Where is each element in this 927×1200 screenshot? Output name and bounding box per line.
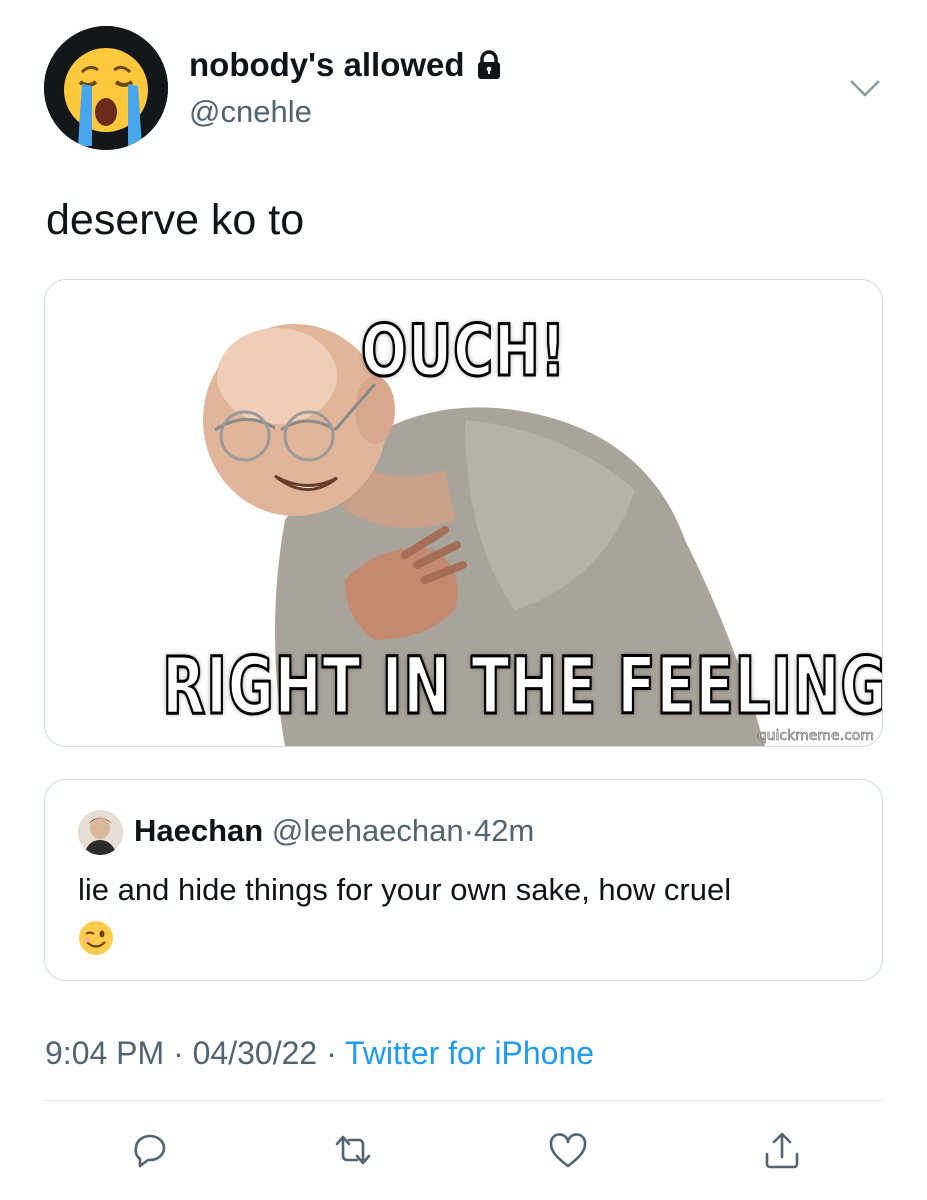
author-handle[interactable]: @cnehle xyxy=(189,94,312,130)
loudly-crying-face-icon xyxy=(44,26,168,150)
tweet-date[interactable]: 04/30/22 xyxy=(193,1035,318,1071)
meme-top-caption: OUCH! xyxy=(360,309,567,394)
timestamp-separator-2: · xyxy=(326,1035,337,1071)
reply-icon[interactable] xyxy=(128,1128,172,1172)
author-display-name[interactable]: nobody's allowed xyxy=(189,46,503,84)
meme-watermark: quickmeme.com xyxy=(757,728,874,745)
quoted-tweet-header: Haechan @leehaechan·42m xyxy=(134,813,534,849)
quoted-separator: · xyxy=(463,813,474,848)
like-icon[interactable] xyxy=(546,1128,590,1172)
meme-bottom-caption: RIGHT IN THE FEELINGS xyxy=(161,641,883,734)
quoted-tweet[interactable]: Haechan @leehaechan·42m lie and hide thi… xyxy=(44,779,883,981)
lock-icon xyxy=(477,50,500,79)
tweet-source-link[interactable]: Twitter for iPhone xyxy=(345,1035,594,1071)
quoted-author-avatar[interactable] xyxy=(78,810,123,855)
author-avatar[interactable] xyxy=(44,26,168,150)
quoted-avatar-photo xyxy=(78,810,123,855)
tweet-time[interactable]: 9:04 PM xyxy=(45,1035,164,1071)
share-icon[interactable] xyxy=(760,1128,804,1172)
quoted-time[interactable]: 42m xyxy=(474,813,534,848)
action-bar-divider xyxy=(44,1100,882,1101)
tweet-text: deserve ko to xyxy=(46,196,305,244)
author-name-text: nobody's allowed xyxy=(189,46,465,83)
chevron-down-icon[interactable] xyxy=(848,78,882,98)
quoted-tweet-text: lie and hide things for your own sake, h… xyxy=(78,872,732,907)
tweet-media-image[interactable]: OUCH! RIGHT IN THE FEELINGS quickmeme.co… xyxy=(44,279,883,747)
quoted-author-name[interactable]: Haechan xyxy=(134,813,263,848)
retweet-icon[interactable] xyxy=(331,1128,375,1172)
timestamp-separator-1: · xyxy=(173,1035,184,1071)
quoted-author-handle[interactable]: @leehaechan xyxy=(272,813,464,848)
tweet-timestamp: 9:04 PM · 04/30/22 · Twitter for iPhone xyxy=(45,1035,594,1072)
winking-face-icon xyxy=(79,921,113,955)
